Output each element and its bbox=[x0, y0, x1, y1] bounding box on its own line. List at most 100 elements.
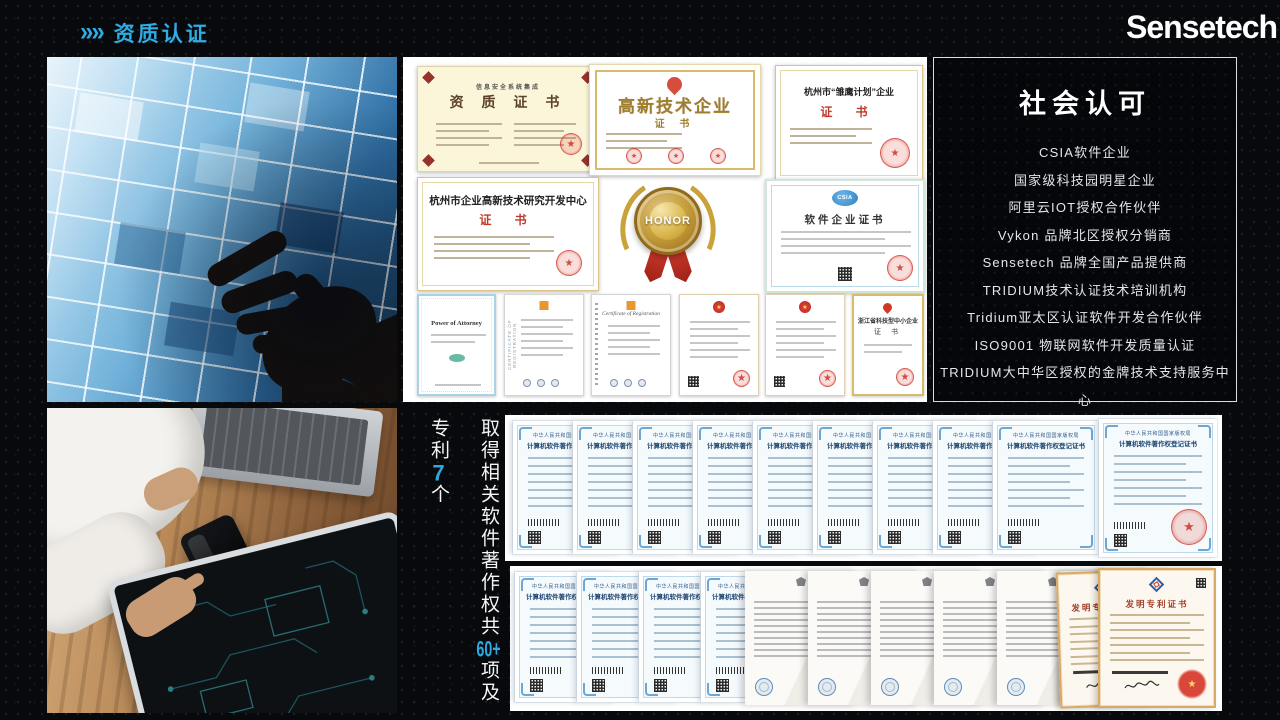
qualification-certificate: 信息安全系统集成 资 质 证 书 bbox=[417, 66, 599, 172]
vertical-side-text: CERTIFICATE OF REGISTRATION bbox=[507, 299, 517, 391]
text-line bbox=[1008, 465, 1070, 467]
recognition-item: Sensetech 品牌全国产品提供商 bbox=[934, 249, 1236, 277]
barcode bbox=[528, 519, 560, 526]
certificate-text bbox=[434, 236, 554, 264]
red-seal bbox=[626, 148, 642, 164]
medal-face: HONOR bbox=[634, 187, 702, 255]
barcode bbox=[530, 667, 562, 674]
signature bbox=[1124, 680, 1160, 692]
social-recognition-panel: 社会认可 CSIA软件企业 国家级科技园明星企业 阿里云IOT授权合作伙伴 Vy… bbox=[933, 57, 1237, 402]
logo-circle bbox=[624, 379, 632, 387]
certifier-logo bbox=[627, 301, 636, 310]
page-title: 资质认证 bbox=[114, 18, 210, 48]
barcode bbox=[592, 667, 624, 674]
certificate-title: 杭州市企业高新技术研究开发中心 bbox=[418, 193, 598, 208]
red-seal bbox=[880, 138, 910, 168]
logo-circle bbox=[537, 379, 545, 387]
barcode bbox=[588, 519, 620, 526]
certificate-subtitle: 证 书 bbox=[418, 211, 598, 228]
barcode bbox=[648, 519, 680, 526]
certificate-text bbox=[436, 123, 502, 151]
blue-stamp bbox=[944, 678, 962, 696]
certificate-title: 计算机软件著作权登记证书 bbox=[1099, 438, 1217, 448]
qr-code bbox=[768, 531, 781, 544]
copyright-count: 60+ bbox=[476, 638, 501, 660]
qr-code bbox=[1008, 531, 1021, 544]
certificate-text bbox=[1110, 614, 1204, 667]
certificate-issuer: 中华人民共和国国家版权局 bbox=[1099, 430, 1217, 437]
barcode bbox=[1114, 522, 1146, 529]
national-emblem-icon bbox=[713, 301, 725, 313]
certificates-panel: 信息安全系统集成 资 质 证 书 高新技术企业 证 书 杭州市“雏鹰计划”企业 … bbox=[403, 57, 927, 402]
csia-badge: CSIA bbox=[832, 190, 858, 206]
qr-code bbox=[688, 376, 699, 387]
logo-circle bbox=[638, 379, 646, 387]
qr-code bbox=[774, 376, 785, 387]
corner-ornament bbox=[422, 154, 435, 167]
certificate-title: 浙江省科技型中小企业 bbox=[854, 316, 922, 325]
invention-patent-certificate: 发明专利证书 bbox=[1098, 568, 1216, 708]
cnipa-logo-icon bbox=[1149, 577, 1165, 593]
recognition-item: 阿里云IOT授权合作伙伴 bbox=[934, 194, 1236, 222]
red-seal bbox=[560, 133, 582, 155]
software-enterprise-certificate: CSIA 软件企业证书 bbox=[765, 179, 925, 293]
qr-code bbox=[654, 679, 667, 692]
text-line bbox=[1114, 471, 1202, 473]
eagle-plan-certificate: 杭州市“雏鹰计划”企业 证 书 bbox=[775, 65, 923, 181]
text-line bbox=[1008, 473, 1084, 475]
flame-logo-icon bbox=[881, 301, 894, 314]
registration-certificate: Certificate of Registration bbox=[591, 294, 671, 396]
certificate-text bbox=[781, 231, 911, 259]
certificate-title: 计算机软件著作权登记证书 bbox=[993, 440, 1099, 450]
certificate-subtitle: 证 书 bbox=[854, 327, 922, 337]
photo-screens-collage bbox=[47, 57, 397, 402]
barcode bbox=[716, 667, 748, 674]
text-line bbox=[1110, 652, 1190, 654]
laptop-keyboard bbox=[200, 408, 369, 486]
divider-bar bbox=[1112, 671, 1168, 674]
barcode bbox=[828, 519, 860, 526]
text-line bbox=[1008, 489, 1084, 491]
text-line bbox=[1114, 503, 1202, 505]
certificate-title: 杭州市“雏鹰计划”企业 bbox=[776, 85, 922, 98]
green-stamp bbox=[449, 354, 465, 362]
certificate-category: 信息安全系统集成 bbox=[418, 82, 598, 91]
patent-certificates-row: 中华人民共和国国家版权局 计算机软件著作权登记证书 中华人民共和国国家版权局 计… bbox=[510, 566, 1222, 711]
note-text: 专利 bbox=[428, 418, 449, 462]
certificate-title: Power of Attorney bbox=[419, 320, 494, 327]
text-line bbox=[1110, 614, 1204, 616]
blue-stamp bbox=[755, 678, 773, 696]
red-seal bbox=[887, 255, 913, 281]
qr-code bbox=[716, 679, 729, 692]
barcode bbox=[948, 519, 980, 526]
emblem-certificate bbox=[765, 294, 845, 396]
qr-code bbox=[592, 679, 605, 692]
logo-circle bbox=[523, 379, 531, 387]
certificate-title: 软件企业证书 bbox=[767, 212, 923, 227]
red-seal bbox=[819, 370, 836, 387]
text-line bbox=[1008, 457, 1084, 459]
brand-logo: Sensetech bbox=[1126, 9, 1277, 46]
certificate-text bbox=[608, 325, 660, 360]
recognition-item: Vykon 品牌北区授权分销商 bbox=[934, 222, 1236, 250]
certificate-title: 发明专利证书 bbox=[1100, 598, 1214, 610]
national-emblem-icon bbox=[799, 301, 811, 313]
note-text: 个 bbox=[428, 484, 449, 506]
blue-stamp bbox=[818, 678, 836, 696]
panel-heading: 社会认可 bbox=[934, 82, 1236, 121]
certificate-text bbox=[521, 319, 573, 361]
recognition-item: 国家级科技园明星企业 bbox=[934, 167, 1236, 195]
text-line bbox=[1114, 495, 1186, 497]
coat-of-arms-icon bbox=[985, 577, 995, 586]
high-tech-enterprise-certificate: 高新技术企业 证 书 bbox=[589, 64, 761, 176]
emblem-certificate bbox=[679, 294, 759, 396]
logo-circle bbox=[610, 379, 618, 387]
certificate-text bbox=[1114, 455, 1202, 511]
recognition-item: TRIDIUM大中华区授权的金牌技术支持服务中心 bbox=[934, 359, 1236, 414]
logo-circle bbox=[551, 379, 559, 387]
qr-code bbox=[1196, 578, 1206, 588]
text-line bbox=[1114, 487, 1202, 489]
national-emblem-seal bbox=[1177, 669, 1207, 699]
certificate-text bbox=[1008, 457, 1084, 513]
barcode bbox=[708, 519, 740, 526]
